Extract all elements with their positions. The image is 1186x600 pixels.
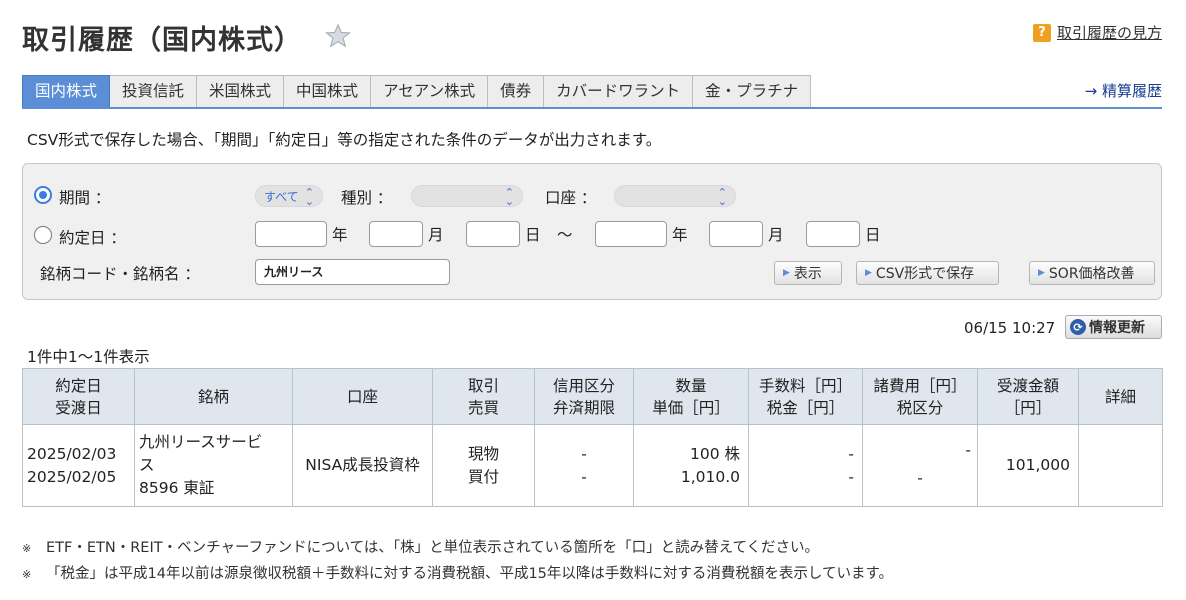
symbol-input[interactable]: 九州リース bbox=[255, 259, 450, 285]
market-tabs: 国内株式 投資信託 米国株式 中国株式 アセアン株式 債券 カバードワラント 金… bbox=[22, 75, 812, 108]
issue-name: 九州リースサービス bbox=[139, 433, 263, 474]
tab-domestic-stocks[interactable]: 国内株式 bbox=[22, 75, 111, 108]
triangle-right-icon: ▶ bbox=[1038, 268, 1045, 278]
cell-fee-tax: -- bbox=[748, 424, 863, 507]
csv-save-button[interactable]: ▶ CSV形式で保存 bbox=[856, 261, 999, 285]
search-panel: 期間 ： すべて ⌃ ⌄ 種別 ： ⌃ ⌄ 口座 ： ⌃ ⌄ 約定日 ： 年 月 日 … bbox=[22, 163, 1162, 300]
refresh-icon: ⟳ bbox=[1070, 319, 1086, 335]
table-row: 2025/02/03 2025/02/05 九州リースサービス 8596 東証 NI… bbox=[22, 424, 1163, 507]
settlement-history-link[interactable]: → 精算履歴 bbox=[1085, 80, 1162, 101]
help-link-label[interactable]: 取引履歴の見方 bbox=[1057, 22, 1162, 43]
from-day-input[interactable] bbox=[466, 221, 520, 247]
triangle-right-icon: ▶ bbox=[865, 268, 872, 278]
to-year-input[interactable] bbox=[595, 221, 667, 247]
header-amount: 受渡金額 ［円］ bbox=[977, 368, 1079, 425]
footnote-1: ※ ETF・ETN・REIT・ベンチャーファンドについては、「株」と単位表示されて… bbox=[22, 540, 820, 556]
trade-date-radio[interactable] bbox=[34, 226, 52, 244]
tab-us-stocks[interactable]: 米国株式 bbox=[197, 75, 285, 108]
select-arrows-icon: ⌃ ⌄ bbox=[504, 186, 514, 208]
cell-expenses: - - bbox=[862, 424, 978, 507]
month-label: 月 bbox=[768, 226, 784, 244]
header-account: 口座 bbox=[292, 368, 433, 425]
cell-quantity-price: 100 株 1,010.0 bbox=[633, 424, 749, 507]
trade-history-table: 約定日 受渡日 銘柄 口座 取引 売買 信用区分 弁済期限 数量 単価［円］ 手数料［円… bbox=[22, 368, 1163, 507]
footnote-2: ※ 「税金」は平成14年以前は源泉徴収税額＋手数料に対する消費税額、平成15年以降… bbox=[22, 566, 894, 582]
star-icon[interactable] bbox=[324, 22, 352, 50]
header-issue: 銘柄 bbox=[134, 368, 293, 425]
header-dates: 約定日 受渡日 bbox=[22, 368, 135, 425]
show-button[interactable]: ▶ 表示 bbox=[774, 261, 842, 285]
cell-issue: 九州リースサービス 8596 東証 bbox=[134, 424, 293, 507]
period-label: 期間 ： bbox=[59, 189, 111, 207]
to-day-input[interactable] bbox=[806, 221, 860, 247]
account-label: 口座 ： bbox=[545, 189, 597, 207]
select-arrows-icon: ⌃ ⌄ bbox=[304, 186, 314, 208]
cell-account: NISA成長投資枠 bbox=[292, 424, 433, 507]
symbol-label: 銘柄コード・銘柄名 ： bbox=[40, 265, 200, 283]
header-detail: 詳細 bbox=[1078, 368, 1163, 425]
tab-underline bbox=[22, 107, 1162, 109]
from-year-input[interactable] bbox=[255, 221, 327, 247]
cell-trade: 現物 買付 bbox=[432, 424, 535, 507]
tab-covered-warrants[interactable]: カバードワラント bbox=[544, 75, 694, 108]
day-label: 日 bbox=[525, 226, 541, 244]
page-title: 取引履歴（国内株式） bbox=[22, 25, 302, 56]
trade-date-label: 約定日 ： bbox=[59, 229, 126, 247]
question-icon: ? bbox=[1032, 23, 1051, 42]
sor-price-button[interactable]: ▶ SOR価格改善 bbox=[1029, 261, 1155, 285]
period-select[interactable]: すべて ⌃ ⌄ bbox=[255, 185, 323, 207]
cell-amount: 101,000 bbox=[977, 424, 1079, 507]
year-label: 年 bbox=[332, 226, 348, 244]
tab-investment-trusts[interactable]: 投資信託 bbox=[110, 75, 198, 108]
year-label: 年 bbox=[672, 226, 688, 244]
tab-bonds[interactable]: 債券 bbox=[488, 75, 545, 108]
type-label: 種別 ： bbox=[341, 189, 393, 207]
to-month-input[interactable] bbox=[709, 221, 763, 247]
triangle-right-icon: ▶ bbox=[783, 268, 790, 278]
last-updated-time: 06/15 10:27 bbox=[964, 319, 1056, 337]
range-tilde: 〜 bbox=[557, 226, 573, 244]
from-month-input[interactable] bbox=[369, 221, 423, 247]
cell-detail[interactable] bbox=[1078, 424, 1163, 507]
tab-china-stocks[interactable]: 中国株式 bbox=[284, 75, 372, 108]
help-link[interactable]: ? 取引履歴の見方 bbox=[1032, 22, 1162, 43]
month-label: 月 bbox=[428, 226, 444, 244]
csv-notice: CSV形式で保存した場合、「期間」「約定日」等の指定された条件のデータが出力され… bbox=[27, 131, 662, 149]
account-select[interactable]: ⌃ ⌄ bbox=[614, 185, 736, 207]
day-label: 日 bbox=[865, 226, 881, 244]
period-radio[interactable] bbox=[34, 186, 52, 204]
header-trade: 取引 売買 bbox=[432, 368, 535, 425]
header-fee-tax: 手数料［円］ 税金［円］ bbox=[748, 368, 863, 425]
header-margin: 信用区分 弁済期限 bbox=[534, 368, 634, 425]
type-select[interactable]: ⌃ ⌄ bbox=[411, 185, 523, 207]
result-count: 1件中1〜1件表示 bbox=[27, 348, 150, 366]
table-header-row: 約定日 受渡日 銘柄 口座 取引 売買 信用区分 弁済期限 数量 単価［円］ 手数料［円… bbox=[22, 368, 1163, 425]
tab-asean-stocks[interactable]: アセアン株式 bbox=[371, 75, 489, 108]
refresh-button[interactable]: ⟳ 情報更新 bbox=[1065, 315, 1162, 339]
cell-margin: -- bbox=[534, 424, 634, 507]
header-expenses: 諸費用［円］ 税区分 bbox=[862, 368, 978, 425]
header-quantity-price: 数量 単価［円］ bbox=[633, 368, 749, 425]
cell-dates: 2025/02/03 2025/02/05 bbox=[22, 424, 135, 507]
select-arrows-icon: ⌃ ⌄ bbox=[717, 186, 727, 208]
tab-gold-platinum[interactable]: 金・プラチナ bbox=[693, 75, 812, 108]
